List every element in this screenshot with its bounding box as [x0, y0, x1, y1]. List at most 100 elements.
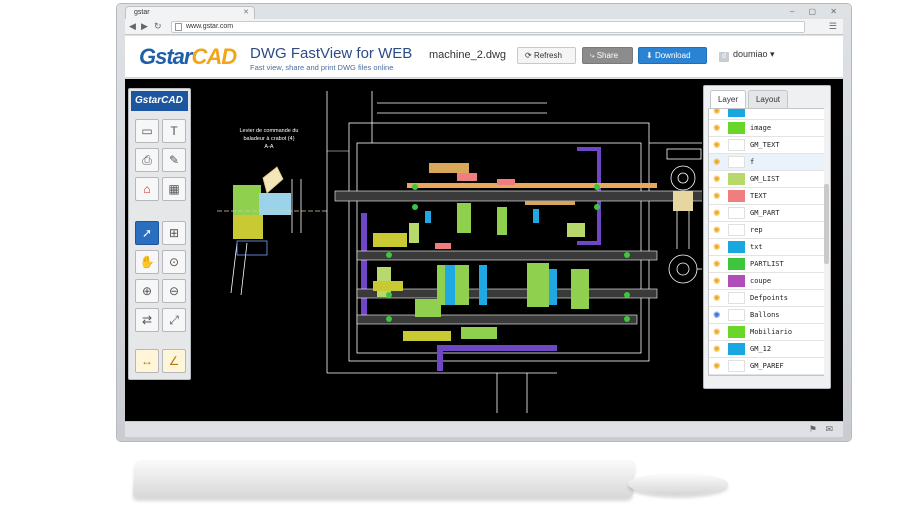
layer-row[interactable]: ✺ GM_PART: [709, 205, 824, 222]
layer-row[interactable]: ✺ txt: [709, 239, 824, 256]
layer-panel: Layer Layout ✺ ✺ image ✺ GM_TEXT ✺ f ✺ GM_LIST ✺ T…: [703, 85, 831, 389]
layer-name: GM_TEXT: [750, 141, 780, 149]
tab-layout[interactable]: Layout: [748, 90, 788, 108]
lightbulb-icon[interactable]: ✺: [713, 276, 721, 287]
layer-row[interactable]: ✺ GM_PAREF: [709, 358, 824, 375]
layer-color-swatch[interactable]: [728, 275, 745, 287]
browser-menu-icon[interactable]: ☰: [829, 21, 837, 32]
lightbulb-icon[interactable]: ✺: [713, 293, 721, 304]
layer-row[interactable]: ✺ coupe: [709, 273, 824, 290]
layer-row[interactable]: ✺ Defpoints: [709, 290, 824, 307]
layer-row[interactable]: ✺ Ballons: [709, 307, 824, 324]
share-button[interactable]: ⤷ Share: [582, 47, 633, 64]
zoom-window-icon[interactable]: ⊞: [162, 221, 186, 245]
reload-icon[interactable]: ↻: [154, 21, 162, 32]
lightbulb-icon[interactable]: ✺: [713, 259, 721, 270]
lightbulb-icon[interactable]: ✺: [713, 310, 721, 321]
refresh-button[interactable]: ⟳ Refresh: [517, 47, 576, 64]
pdf-export-icon[interactable]: ⌂: [135, 177, 159, 201]
lightbulb-icon[interactable]: ✺: [713, 109, 721, 117]
image-export-icon[interactable]: ▦: [162, 177, 186, 201]
layer-color-swatch[interactable]: [728, 190, 745, 202]
layer-row[interactable]: ✺ f: [709, 154, 824, 171]
browser-tab-title: gstar: [134, 9, 150, 16]
layer-color-swatch[interactable]: [728, 139, 745, 151]
toolbar-logo: GstarCAD: [131, 91, 188, 111]
layer-color-swatch[interactable]: [728, 122, 745, 134]
layer-color-swatch[interactable]: [728, 360, 745, 372]
layer-name: GM_12: [750, 345, 772, 353]
layer-color-swatch[interactable]: [728, 241, 745, 253]
scrollbar-thumb[interactable]: [824, 184, 829, 264]
status-bar: ⚑ ✉: [125, 421, 843, 437]
lightbulb-icon[interactable]: ✺: [713, 140, 721, 151]
layer-row[interactable]: ✺: [709, 375, 824, 376]
layer-name: GM_PART: [750, 209, 780, 217]
layer-color-swatch[interactable]: [728, 258, 745, 270]
back-icon[interactable]: ◀: [129, 21, 136, 32]
layer-row[interactable]: ✺ GM_TEXT: [709, 137, 824, 154]
layer-color-swatch[interactable]: [728, 156, 745, 168]
lightbulb-icon[interactable]: ✺: [713, 123, 721, 134]
lightbulb-icon[interactable]: ✺: [713, 327, 721, 338]
layer-row[interactable]: ✺ image: [709, 120, 824, 137]
layer-color-swatch[interactable]: [728, 343, 745, 355]
address-bar[interactable]: www.gstar.com: [171, 21, 805, 33]
layer-color-swatch[interactable]: [728, 224, 745, 236]
pan-hand-icon[interactable]: ✋: [135, 250, 159, 274]
lightbulb-icon[interactable]: ✺: [713, 361, 721, 372]
lever-detail: [217, 166, 327, 296]
layer-color-swatch[interactable]: [728, 109, 745, 117]
feedback-icon[interactable]: ✉: [825, 424, 833, 435]
lightbulb-icon[interactable]: ✺: [713, 174, 721, 185]
window-controls[interactable]: – ▢ ✕: [790, 7, 843, 16]
layer-name: Defpoints: [750, 294, 788, 302]
tab-layer[interactable]: Layer: [710, 90, 746, 108]
browser-tab[interactable]: gstar ✕: [125, 6, 255, 19]
print-icon[interactable]: ⎙: [135, 148, 159, 172]
regen-icon[interactable]: ⇄: [135, 308, 159, 332]
right-mechanism: [649, 142, 702, 284]
keyboard-image: [132, 460, 636, 498]
lightbulb-icon[interactable]: ✺: [713, 191, 721, 202]
layer-row[interactable]: ✺ PARTLIST: [709, 256, 824, 273]
zoom-out-icon[interactable]: ⊖: [162, 279, 186, 303]
tab-close-icon[interactable]: ✕: [243, 8, 249, 16]
layer-color-swatch[interactable]: [728, 326, 745, 338]
layer-color-swatch[interactable]: [728, 173, 745, 185]
text-size-icon[interactable]: T: [162, 119, 186, 143]
lightbulb-icon[interactable]: ✺: [713, 208, 721, 219]
lightbulb-icon[interactable]: ✺: [713, 242, 721, 253]
monitor-frame: gstar ✕ – ▢ ✕ ◀ ▶ ↻ www.gstar.com ☰ Gsta…: [117, 4, 851, 441]
lightbulb-icon[interactable]: ✺: [713, 225, 721, 236]
layer-row[interactable]: ✺ rep: [709, 222, 824, 239]
select-arrow-icon[interactable]: ➚: [135, 221, 159, 245]
layer-row[interactable]: ✺ GM_LIST: [709, 171, 824, 188]
download-button[interactable]: ⬇ Download: [638, 47, 707, 64]
drawing-workarea[interactable]: GstarCAD ▭ T ⎙ ✎ ⌂ ▦ ➚ ⊞ ✋ ⊙ ⊕ ⊖ ⇄ ⤢ ↔ ∠: [125, 79, 843, 421]
lightbulb-icon[interactable]: ✺: [713, 157, 721, 168]
layer-row[interactable]: ✺ GM_12: [709, 341, 824, 358]
fullscreen-icon[interactable]: ⤢: [162, 308, 186, 332]
user-menu[interactable]: d doumiao ▾: [719, 49, 775, 62]
browser-navbar: ◀ ▶ ↻ www.gstar.com ☰: [125, 19, 843, 35]
lightbulb-icon[interactable]: ✺: [713, 344, 721, 355]
measure-distance-icon[interactable]: ↔: [135, 349, 159, 373]
edit-icon[interactable]: ✎: [162, 148, 186, 172]
layer-row[interactable]: ✺ Mobiliario: [709, 324, 824, 341]
layer-row[interactable]: ✺: [709, 109, 824, 120]
measure-angle-icon[interactable]: ∠: [162, 349, 186, 373]
layer-color-swatch[interactable]: [728, 309, 745, 321]
zoom-in-icon[interactable]: ⊕: [135, 279, 159, 303]
page-icon: [175, 23, 182, 31]
layer-scrollbar[interactable]: [824, 108, 829, 376]
open-folder-icon[interactable]: ▭: [135, 119, 159, 143]
layer-name: image: [750, 124, 772, 132]
forward-icon[interactable]: ▶: [141, 21, 148, 32]
layer-color-swatch[interactable]: [728, 207, 745, 219]
flag-icon[interactable]: ⚑: [809, 424, 817, 435]
layer-name: TEXT: [750, 192, 767, 200]
zoom-realtime-icon[interactable]: ⊙: [162, 250, 186, 274]
layer-color-swatch[interactable]: [728, 292, 745, 304]
layer-row[interactable]: ✺ TEXT: [709, 188, 824, 205]
